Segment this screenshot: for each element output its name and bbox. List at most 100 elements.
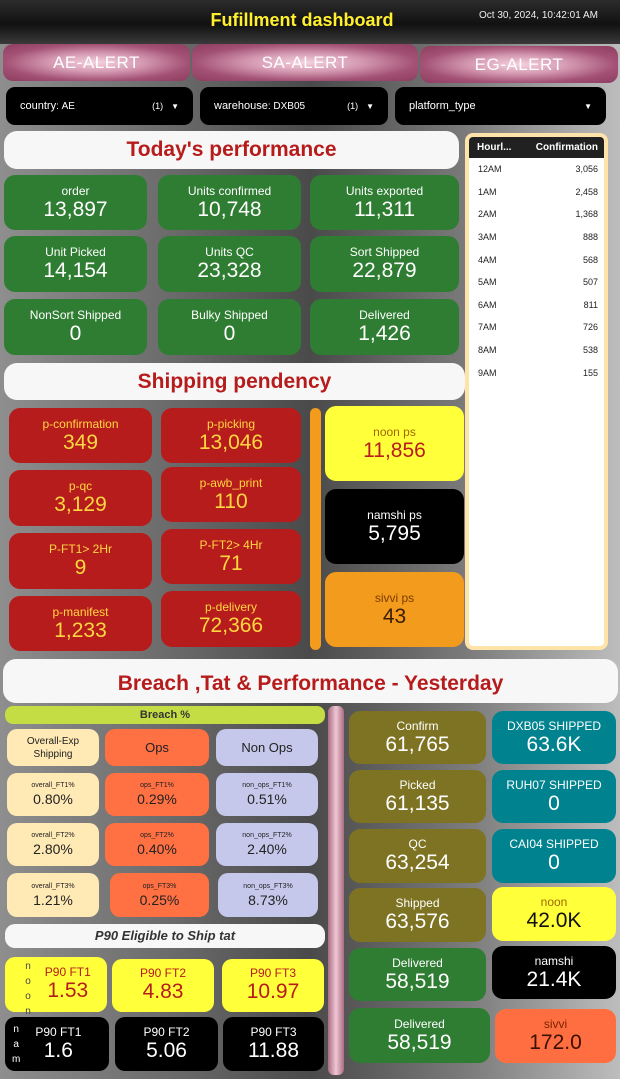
yesterday-shipped: Shipped 63,576 (349, 888, 486, 942)
pendency-awb-print: p-awb_print 110 (161, 467, 301, 522)
hourly-confirmation-table: Hourl... Confirmation 12AM 3,056 1AM 2,458 … (465, 133, 608, 650)
chevron-down-icon: ▼ (366, 101, 374, 111)
breach-overall-ft1: overall_FT1% 0.80% (7, 773, 99, 816)
kpi-label: Sort Shipped (349, 245, 420, 259)
table-row: 9AM 155 (478, 367, 598, 378)
kpi-delivered: Delivered 1,426 (310, 299, 459, 355)
yesterday-qc: QC 63,254 (349, 829, 486, 883)
breach-col-ops: Ops (105, 729, 209, 766)
breach-nonops-ft1: non_ops_FT1% 0.51% (216, 773, 318, 816)
filter-key: platform_type (409, 100, 476, 112)
sa-alert-button[interactable]: SA-ALERT (192, 44, 418, 81)
p90-nam-ft3: P90 FT3 11.88 (223, 1017, 324, 1071)
filter-value: AE (61, 100, 75, 112)
ruh07-shipped: RUH07 SHIPPED 0 (492, 770, 616, 823)
breach-col-nonops: Non Ops (216, 729, 318, 766)
table-row: 8AM 538 (478, 345, 598, 356)
pendency-manifest: p-manifest 1,233 (9, 596, 152, 651)
yesterday-divider (328, 706, 344, 1075)
kpi-value: 1,426 (358, 322, 411, 345)
filter-key: country (20, 100, 57, 112)
cai04-shipped: CAI04 SHIPPED 0 (492, 829, 616, 883)
kpi-label: Delivered (359, 308, 410, 322)
breach-nonops-ft3: non_ops_FT3% 8.73% (218, 873, 318, 917)
yesterday-picked: Picked 61,135 (349, 770, 486, 823)
kpi-value: 22,879 (352, 259, 417, 282)
today-performance-heading: Today's performance (4, 131, 459, 169)
p90-noon-ft3: P90 FT3 10.97 (222, 959, 324, 1012)
noon-row-label: noon (25, 961, 31, 1017)
breach-heading: Breach ,Tat & Performance - Yesterday (3, 659, 618, 703)
nam-row-label: nam (12, 1023, 21, 1065)
platform-noon-ps: noon ps 11,856 (325, 406, 464, 481)
table-header: Hourl... Confirmation (469, 137, 604, 158)
kpi-value: 10,748 (197, 197, 262, 221)
p90-heading: P90 Eligible to Ship tat (5, 924, 325, 948)
breach-overall-ft2: overall_FT2% 2.80% (7, 823, 99, 866)
country-filter[interactable]: country: AE (1) ▼ (6, 87, 193, 125)
shipping-pendency-heading: Shipping pendency (4, 363, 465, 400)
table-row: 7AM 726 (478, 322, 598, 333)
breach-col-overall: Overall-Exp Shipping (7, 729, 99, 766)
chevron-down-icon: ▼ (584, 101, 592, 111)
kpi-value: 14,154 (43, 259, 108, 282)
pendency-picking: p-picking 13,046 (161, 408, 301, 463)
p90-noon-ft2: P90 FT2 4.83 (112, 959, 214, 1012)
breach-ops-ft2: ops_FT2% 0.40% (105, 823, 209, 866)
report-timestamp: Oct 30, 2024, 10:42:01 AM (479, 10, 598, 21)
breach-overall-ft3: overall_FT3% 1.21% (7, 873, 99, 917)
yesterday-delivered: Delivered 58,519 (349, 948, 486, 1001)
table-row: 6AM 811 (478, 299, 598, 310)
kpi-value: 0 (69, 322, 82, 345)
platform-sivvi-ps: sivvi ps 43 (325, 572, 464, 647)
kpi-value: 0 (223, 322, 236, 345)
kpi-label: order (61, 183, 90, 198)
breach-nonops-ft2: non_ops_FT2% 2.40% (216, 823, 318, 866)
breach-ops-ft3: ops_FT3% 0.25% (110, 873, 209, 917)
platform-type-filter[interactable]: platform_type ▼ (395, 87, 606, 125)
platform-namshi-ps: namshi ps 5,795 (325, 489, 464, 564)
kpi-value: 11,311 (353, 197, 416, 221)
filter-count: (1) (347, 101, 359, 111)
kpi-bulky-shipped: Bulky Shipped 0 (158, 299, 301, 355)
table-row: 4AM 568 (478, 254, 598, 265)
p90-nam-ft2: P90 FT2 5.06 (115, 1017, 218, 1071)
filter-value: DXB05 (273, 100, 306, 112)
kpi-label: Units confirmed (187, 183, 272, 198)
p90-nam-ft1: nam P90 FT1 1.6 (5, 1017, 109, 1071)
kpi-label: Unit Picked (45, 245, 106, 259)
pendency-confirmation: p-confirmation 349 (9, 408, 152, 463)
table-row: 3AM 888 (478, 232, 598, 243)
breach-percent-header: Breach % (5, 706, 325, 724)
filter-count: (1) (152, 101, 164, 111)
kpi-units-exported: Units exported 11,311 (310, 175, 459, 230)
kpi-order: order 13,897 (4, 175, 147, 230)
pendency-divider (310, 408, 321, 650)
kpi-units-qc: Units QC 23,328 (158, 236, 301, 292)
table-row: 5AM 507 (478, 277, 598, 288)
namshi-shipped: namshi 21.4K (492, 946, 616, 999)
yesterday-delivered-2: Delivered 58,519 (349, 1008, 490, 1063)
sivvi-shipped: sivvi 172.0 (495, 1009, 616, 1063)
table-row: 2AM 1,368 (478, 209, 598, 220)
kpi-sort-shipped: Sort Shipped 22,879 (310, 236, 459, 292)
kpi-units-confirmed: Units confirmed 10,748 (158, 175, 301, 230)
kpi-label: Units QC (205, 245, 254, 259)
pendency-qc: p-qc 3,129 (9, 470, 152, 526)
column-header-confirmation[interactable]: Confirmation (536, 142, 598, 153)
table-row: 1AM 2,458 (478, 186, 598, 197)
breach-ops-ft1: ops_FT1% 0.29% (105, 773, 209, 816)
dxb05-shipped: DXB05 SHIPPED 63.6K (492, 711, 616, 764)
kpi-label: NonSort Shipped (29, 308, 122, 322)
eg-alert-button[interactable]: EG-ALERT (420, 46, 618, 83)
warehouse-filter[interactable]: warehouse: DXB05 (1) ▼ (200, 87, 388, 125)
kpi-label: Bulky Shipped (191, 308, 268, 322)
pendency-delivery: p-delivery 72,366 (161, 591, 301, 647)
kpi-unit-picked: Unit Picked 14,154 (4, 236, 147, 292)
yesterday-confirm: Confirm 61,765 (349, 711, 486, 764)
noon-shipped: noon 42.0K (492, 887, 616, 941)
ae-alert-button[interactable]: AE-ALERT (3, 44, 190, 81)
column-header-hour[interactable]: Hourl... (477, 142, 511, 153)
pendency-ft2-4hr: P-FT2> 4Hr 71 (161, 529, 301, 584)
kpi-value: 13,897 (43, 197, 108, 221)
